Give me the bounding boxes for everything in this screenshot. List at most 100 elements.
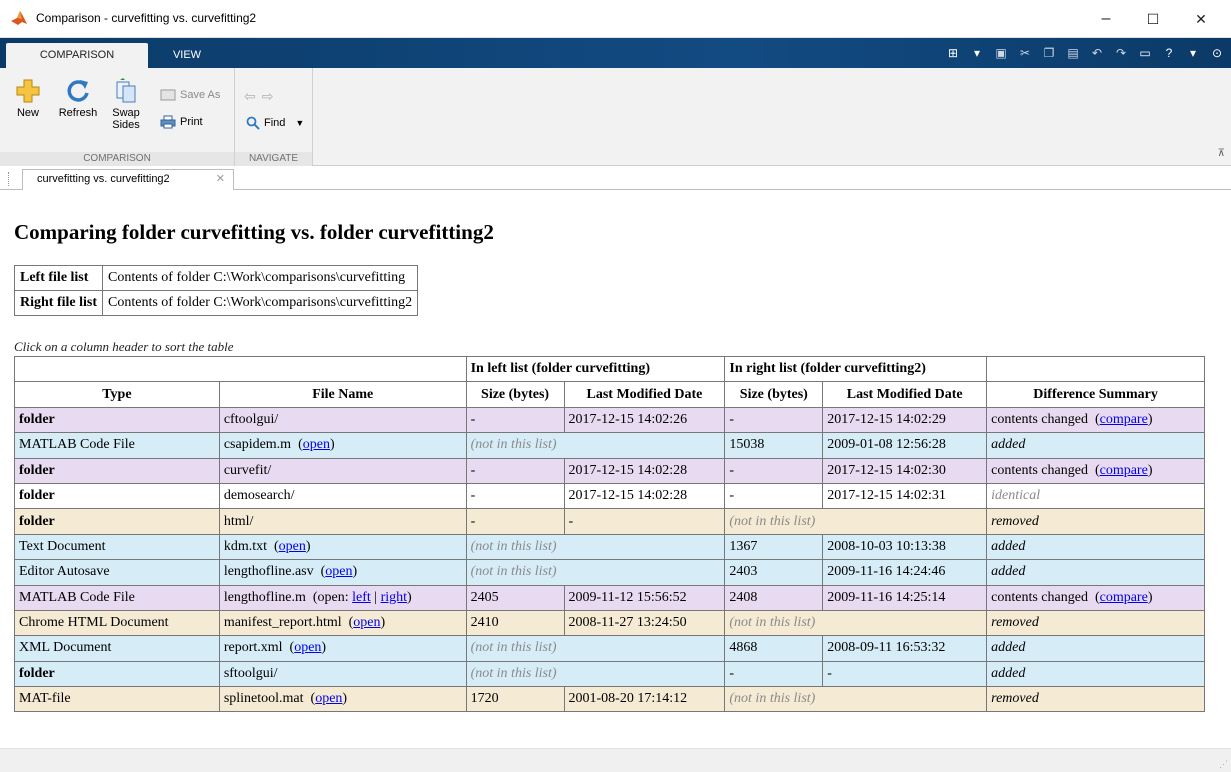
copy-icon[interactable]: ❐: [1039, 44, 1059, 62]
grip-icon: [8, 172, 11, 186]
find-label: Find: [264, 117, 286, 129]
cell-file-name: lengthofline.m (open: left | right): [218, 584, 467, 611]
open-link[interactable]: open: [303, 437, 330, 452]
cell-right-date: 2017-12-15 14:02:30: [822, 457, 988, 484]
cell-type: folder: [14, 482, 220, 510]
refresh-button[interactable]: Refresh: [54, 78, 102, 119]
redo-icon[interactable]: ↷: [1111, 44, 1131, 62]
column-header-type[interactable]: Type: [14, 381, 220, 408]
cell-left-size: 2405: [465, 584, 565, 611]
tab-comparison[interactable]: COMPARISON: [6, 43, 148, 68]
cell-left-size: 1720: [465, 686, 565, 713]
file-name-text: csapidem.m: [223, 437, 292, 453]
table-row: folder curvefit/-2017-12-15 14:02:28-2017…: [14, 457, 1205, 484]
tab-view[interactable]: VIEW: [152, 43, 222, 68]
cell-right-not-in-list: (not in this list): [724, 686, 988, 713]
cell-file-name: report.xml (open): [218, 635, 467, 662]
column-header-summary[interactable]: Difference Summary: [986, 381, 1205, 408]
cell-right-size: -: [724, 457, 824, 484]
help-dropdown-icon[interactable]: ▾: [1183, 44, 1203, 62]
cell-right-date: 2009-01-08 12:56:28: [822, 432, 988, 459]
save-icon[interactable]: ▣: [991, 44, 1011, 62]
cell-file-name: csapidem.m (open): [218, 432, 467, 459]
cut-icon[interactable]: ✂: [1015, 44, 1035, 62]
window-switch-icon[interactable]: ▭: [1135, 44, 1155, 62]
cell-summary: contents changed (compare): [986, 457, 1205, 484]
right-file-list-row: Right file list Contents of folder C:\Wo…: [14, 290, 419, 316]
compare-link[interactable]: compare: [1100, 590, 1148, 605]
cell-left-not-in-list: (not in this list): [465, 533, 726, 561]
left-file-list-row: Left file list Contents of folder C:\Wor…: [14, 265, 419, 291]
compare-link[interactable]: compare: [1100, 463, 1148, 478]
cell-file-name: demosearch/: [218, 482, 467, 510]
resize-grip-icon[interactable]: ⋰: [1219, 759, 1228, 770]
find-button[interactable]: Find ▼: [246, 116, 304, 130]
column-header-right-size[interactable]: Size (bytes): [724, 381, 824, 408]
ribbon-tab-strip: COMPARISON VIEW ⊞ ▾ ▣ ✂ ❐ ▤ ↶ ↷ ▭ ? ▾ ⊙: [0, 38, 1231, 68]
group-header-blank: [986, 355, 1205, 383]
cell-type: folder: [14, 406, 220, 434]
open-link[interactable]: open: [294, 640, 321, 655]
column-header-left-date[interactable]: Last Modified Date: [563, 381, 726, 408]
close-window-button[interactable]: ✕: [1178, 6, 1224, 32]
summary-text: added: [991, 665, 1026, 681]
column-header-right-date[interactable]: Last Modified Date: [822, 381, 988, 408]
cell-type: Text Document: [14, 533, 220, 561]
open-link[interactable]: open: [353, 615, 380, 630]
undo-icon[interactable]: ↶: [1087, 44, 1107, 62]
table-row: Text Document kdm.txt (open) (not in this …: [14, 533, 1205, 561]
save-as-button[interactable]: Save As: [160, 88, 220, 102]
summary-text: identical: [991, 488, 1041, 504]
find-dropdown-icon[interactable]: ▼: [295, 118, 304, 128]
cell-file-name: kdm.txt (open): [218, 533, 467, 561]
cell-file-name: cftoolgui/: [218, 406, 467, 434]
collapse-ribbon-icon[interactable]: ⊼: [1218, 148, 1225, 159]
cell-right-date: 2008-09-11 16:53:32: [822, 635, 988, 662]
cell-right-not-in-list: (not in this list): [724, 508, 988, 535]
file-name-text: manifest_report.html: [223, 615, 342, 631]
plus-icon: [16, 79, 40, 103]
window-title: Comparison - curvefitting vs. curvefitti…: [36, 11, 257, 25]
cell-summary: added: [986, 660, 1205, 688]
previous-difference-icon[interactable]: ⇦: [244, 88, 256, 105]
compare-link[interactable]: compare: [1100, 412, 1148, 427]
open-link[interactable]: open: [325, 564, 352, 579]
minimize-button[interactable]: –: [1083, 6, 1129, 32]
cell-summary: added: [986, 635, 1205, 662]
table-row: folder sftoolgui/(not in this list) - - adde…: [14, 660, 1205, 688]
cell-summary: removed: [986, 508, 1205, 535]
column-header-left-size[interactable]: Size (bytes): [465, 381, 565, 408]
open-link[interactable]: open: [315, 691, 342, 706]
next-difference-icon[interactable]: ⇨: [262, 88, 274, 105]
options-icon[interactable]: ⊙: [1207, 44, 1227, 62]
cell-left-date: 2009-11-12 15:56:52: [563, 584, 726, 611]
navigate-arrows: ⇦ ⇨: [244, 88, 273, 105]
file-name-text: report.xml: [223, 640, 283, 656]
paste-icon[interactable]: ▤: [1063, 44, 1083, 62]
open-right-link[interactable]: right: [381, 590, 407, 605]
cell-left-date: -: [563, 508, 726, 535]
table-row: folder cftoolgui/-2017-12-15 14:02:26-201…: [14, 406, 1205, 434]
cell-left-not-in-list: (not in this list): [465, 635, 726, 662]
layout-icon[interactable]: ⊞: [943, 44, 963, 62]
cell-right-date: 2017-12-15 14:02:29: [822, 406, 988, 434]
swap-sides-button[interactable]: Swap Sides: [106, 78, 146, 131]
new-button[interactable]: New: [10, 78, 46, 119]
document-tab[interactable]: curvefitting vs. curvefitting2 ✕: [22, 169, 234, 190]
close-tab-icon[interactable]: ✕: [216, 170, 225, 189]
table-row: Chrome HTML Document manifest_report.html…: [14, 609, 1205, 637]
help-icon[interactable]: ?: [1159, 44, 1179, 62]
comparison-rows: folder cftoolgui/-2017-12-15 14:02:26-201…: [14, 406, 1205, 713]
open-left-link[interactable]: left: [352, 590, 371, 605]
print-button[interactable]: Print: [160, 115, 203, 129]
cell-left-date: 2017-12-15 14:02:26: [563, 406, 726, 434]
column-header-file-name[interactable]: File Name: [218, 381, 467, 408]
open-link[interactable]: open: [279, 539, 306, 554]
status-bar: ⋰: [0, 748, 1231, 772]
cell-left-size: -: [465, 457, 565, 484]
open-prefix: (open:: [312, 589, 353, 605]
chevron-down-icon[interactable]: ▾: [967, 44, 987, 62]
summary-text: contents changed: [991, 462, 1088, 478]
maximize-button[interactable]: ☐: [1130, 6, 1176, 32]
group-header-row: In left list (folder curvefitting) In ri…: [14, 355, 1205, 383]
